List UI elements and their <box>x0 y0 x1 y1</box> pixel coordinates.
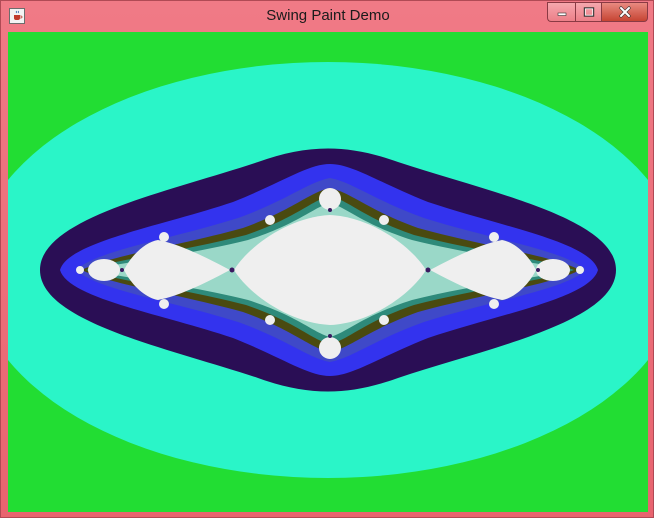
maximize-button[interactable] <box>575 2 602 22</box>
close-icon <box>618 6 631 18</box>
julia-fractal-image <box>8 32 648 512</box>
minimize-button[interactable] <box>547 2 575 22</box>
maximize-icon <box>583 7 594 17</box>
paint-canvas[interactable] <box>8 32 648 512</box>
close-button[interactable] <box>602 2 648 22</box>
title-bar[interactable]: Swing Paint Demo <box>1 1 653 31</box>
app-window: Swing Paint Demo <box>0 0 654 518</box>
window-controls <box>547 2 648 22</box>
minimize-icon <box>557 12 566 16</box>
